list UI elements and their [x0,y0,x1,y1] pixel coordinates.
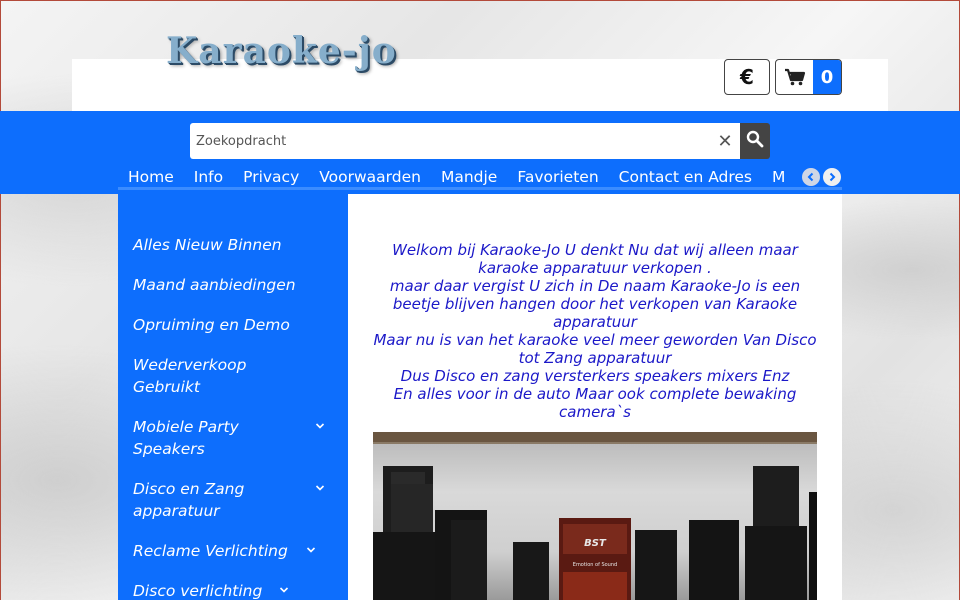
sidebar-item-label: Disco verlichting [133,582,263,600]
menu-item-favorieten[interactable]: Favorieten [507,164,608,187]
main-content: Welkom bij Karaoke-Jo U denkt Nu dat wij… [348,194,842,600]
search-button[interactable] [740,123,770,159]
chevron-down-icon[interactable] [305,544,317,556]
sidebar-item-wederverkoop[interactable]: Wederverkoop Gebruikt [118,354,348,398]
menu-item-info[interactable]: Info [184,164,233,187]
menu-item-more[interactable]: M [762,164,795,187]
welcome-text: Welkom bij Karaoke-Jo U denkt Nu dat wij… [373,241,817,421]
sidebar-item-disco-verlichting[interactable]: Disco verlichting [118,580,348,600]
clear-search-icon[interactable]: ✕ [710,131,740,152]
chevron-left-icon [807,172,813,182]
main-menu: Home Info Privacy Voorwaarden Mandje Fav… [118,164,842,190]
sidebar-item-label: Maand aanbiedingen [133,276,296,294]
search-box: ✕ [190,123,740,159]
chevron-down-icon[interactable] [314,482,326,494]
cart-button[interactable]: 0 [775,59,842,95]
banner-brand: BST [584,538,607,549]
menu-item-home[interactable]: Home [118,164,184,187]
menu-items: Home Info Privacy Voorwaarden Mandje Fav… [118,164,795,187]
welcome-line: maar daar vergist U zich in De naam Kara… [389,277,801,331]
header: Karaoke-jo € 0 [0,0,960,111]
sidebar-item-reclame-verlichting[interactable]: Reclame Verlichting [118,540,348,562]
sidebar-item-disco-zang[interactable]: Disco en Zang apparatuur [118,478,348,522]
welcome-line: Welkom bij Karaoke-Jo U denkt Nu dat wij… [392,241,798,277]
menu-item-privacy[interactable]: Privacy [233,164,309,187]
sidebar-item-label: Mobiele Party Speakers [133,418,239,458]
site-logo[interactable]: Karaoke-jo [166,30,406,76]
category-sidebar: Alles Nieuw Binnen Maand aanbiedingen Op… [118,194,348,600]
menu-scroll-right-button[interactable] [822,168,841,186]
currency-button[interactable]: € [724,59,770,95]
sidebar-item-label: Disco en Zang apparatuur [133,480,245,520]
chevron-right-icon [829,172,835,182]
cart-count-badge: 0 [813,60,841,94]
welcome-line: Dus Disco en zang versterkers speakers m… [400,367,790,385]
menu-scroll-arrows [800,164,842,187]
showroom-speakers-photo[interactable]: BST Emotion of Sound [373,432,817,600]
sidebar-item-label: Reclame Verlichting [133,542,288,560]
welcome-line: En alles voor in de auto Maar ook comple… [393,385,797,421]
menu-item-voorwaarden[interactable]: Voorwaarden [309,164,431,187]
cart-icon [776,60,813,94]
sidebar-item-mobiele-party-speakers[interactable]: Mobiele Party Speakers [118,416,348,460]
sidebar-item-label: Wederverkoop Gebruikt [133,356,247,396]
welcome-line: Maar nu is van het karaoke veel meer gew… [373,331,817,367]
chevron-down-icon[interactable] [278,584,290,596]
banner-tagline: Emotion of Sound [573,562,617,568]
menu-item-contact[interactable]: Contact en Adres [609,164,762,187]
sidebar-item-opruiming[interactable]: Opruiming en Demo [118,314,348,336]
sidebar-item-label: Alles Nieuw Binnen [133,236,282,254]
chevron-down-icon[interactable] [314,420,326,432]
search-input[interactable] [190,123,710,159]
menu-scroll-left-button[interactable] [801,168,820,186]
sidebar-item-label: Opruiming en Demo [133,316,290,334]
search-icon [746,130,764,152]
menu-item-mandje[interactable]: Mandje [431,164,507,187]
sidebar-item-maand-aanbiedingen[interactable]: Maand aanbiedingen [118,274,348,296]
sidebar-item-alles-nieuw[interactable]: Alles Nieuw Binnen [118,234,348,256]
